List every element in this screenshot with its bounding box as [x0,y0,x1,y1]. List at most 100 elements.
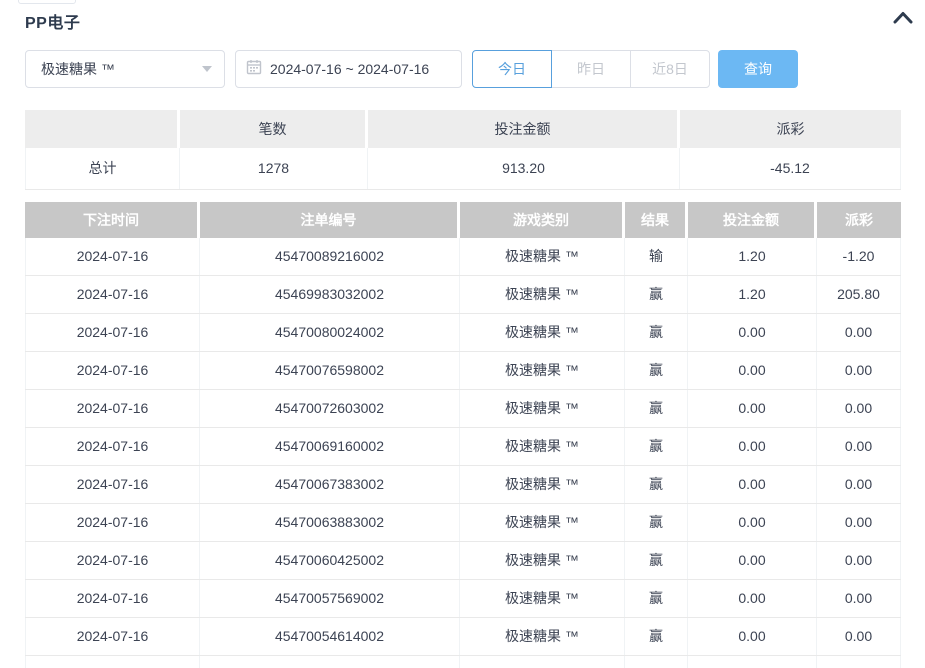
cell-game-type: 极速糖果 ™ [460,466,625,503]
table-row: 2024-07-1645470067383002极速糖果 ™赢0.000.00 [25,466,901,504]
game-select-value: 极速糖果 ™ [41,59,202,79]
table-row: 2024-07-1645470054614002极速糖果 ™赢0.000.00 [25,618,901,656]
cutoff-tab-fragment [18,0,76,4]
cell-bet-amount: 0.00 [688,390,817,427]
summary-header-blank [25,110,180,148]
cell-payout: -1.20 [817,238,901,275]
cell-payout: 0.00 [817,580,901,617]
cell-bet-id: 45470057569002 [200,580,460,617]
table-row: 2024-07-1645470080024002极速糖果 ™赢0.000.00 [25,314,901,352]
summary-header-row: 笔数 投注金额 派彩 [25,110,901,148]
cell-payout: 0.00 [817,390,901,427]
summary-header-payout: 派彩 [680,110,901,148]
table-row-partial [25,656,901,668]
cell-result: 赢 [625,352,688,389]
cell-result: 赢 [625,314,688,351]
cell-bet-amount: 0.00 [688,542,817,579]
summary-table: 笔数 投注金额 派彩 总计 1278 913.20 -45.12 [25,110,901,190]
cell-bet-amount: 0.00 [688,314,817,351]
cell-payout: 0.00 [817,466,901,503]
cell-bet-amount: 0.00 [688,618,817,655]
cell-bet-time: 2024-07-16 [25,542,200,579]
cell-bet-id: 45470054614002 [200,618,460,655]
yesterday-button[interactable]: 昨日 [551,50,631,88]
cell-bet-time: 2024-07-16 [25,618,200,655]
collapse-button[interactable] [890,8,916,32]
cell-bet-id: 45470067383002 [200,466,460,503]
cell-bet-amount: 0.00 [688,580,817,617]
cell-game-type: 极速糖果 ™ [460,276,625,313]
cell-result: 赢 [625,466,688,503]
summary-header-count: 笔数 [180,110,368,148]
game-select[interactable]: 极速糖果 ™ [25,50,225,88]
cell-bet-id [200,656,460,668]
caret-down-icon [202,66,212,72]
summary-total-count: 1278 [180,148,368,189]
date-range-input[interactable]: 2024-07-16 ~ 2024-07-16 [235,50,462,88]
cell-bet-time: 2024-07-16 [25,466,200,503]
table-header-row: 下注时间 注单编号 游戏类别 结果 投注金额 派彩 [25,202,901,238]
cell-result [625,656,688,668]
cell-payout: 0.00 [817,618,901,655]
cell-bet-time: 2024-07-16 [25,276,200,313]
summary-header-bet-amount: 投注金额 [368,110,680,148]
summary-total-label: 总计 [25,148,180,189]
cell-bet-id: 45470089216002 [200,238,460,275]
summary-total-payout: -45.12 [680,148,901,189]
cell-result: 赢 [625,618,688,655]
cell-result: 输 [625,238,688,275]
table-row: 2024-07-1645470063883002极速糖果 ™赢0.000.00 [25,504,901,542]
table-row: 2024-07-1645470089216002极速糖果 ™输1.20-1.20 [25,238,901,276]
cell-result: 赢 [625,542,688,579]
cell-bet-id: 45470069160002 [200,428,460,465]
table-row: 2024-07-1645470057569002极速糖果 ™赢0.000.00 [25,580,901,618]
cell-game-type: 极速糖果 ™ [460,580,625,617]
cell-bet-amount: 0.00 [688,428,817,465]
cell-bet-id: 45469983032002 [200,276,460,313]
cell-payout [817,656,901,668]
cell-bet-id: 45470060425002 [200,542,460,579]
cell-bet-time: 2024-07-16 [25,352,200,389]
cell-bet-amount [688,656,817,668]
col-bet-time: 下注时间 [25,202,200,238]
cell-game-type [460,656,625,668]
cell-payout: 205.80 [817,276,901,313]
cell-bet-time [25,656,200,668]
bet-records-table: 下注时间 注单编号 游戏类别 结果 投注金额 派彩 2024-07-164547… [25,202,901,668]
calendar-icon [246,59,262,80]
filter-bar: 极速糖果 ™ 2024-07-16 ~ 2024-07-16 [25,50,798,88]
last8days-button[interactable]: 近8日 [630,50,710,88]
today-button[interactable]: 今日 [472,50,552,88]
cell-bet-amount: 1.20 [688,276,817,313]
pp-electronic-panel: PP电子 极速糖果 ™ [0,0,925,668]
col-payout: 派彩 [817,202,901,238]
cell-bet-time: 2024-07-16 [25,238,200,275]
cell-result: 赢 [625,504,688,541]
cell-bet-id: 45470076598002 [200,352,460,389]
col-bet-id: 注单编号 [200,202,460,238]
cell-payout: 0.00 [817,504,901,541]
quick-date-button-group: 今日 昨日 近8日 [472,50,710,88]
summary-total-row: 总计 1278 913.20 -45.12 [25,148,901,190]
col-result: 结果 [625,202,688,238]
cell-result: 赢 [625,580,688,617]
cell-game-type: 极速糖果 ™ [460,314,625,351]
cell-result: 赢 [625,390,688,427]
date-range-value: 2024-07-16 ~ 2024-07-16 [270,61,429,77]
cell-bet-time: 2024-07-16 [25,314,200,351]
cell-game-type: 极速糖果 ™ [460,542,625,579]
cell-bet-time: 2024-07-16 [25,580,200,617]
cell-result: 赢 [625,428,688,465]
table-row: 2024-07-1645469983032002极速糖果 ™赢1.20205.8… [25,276,901,314]
cell-bet-amount: 0.00 [688,504,817,541]
cell-game-type: 极速糖果 ™ [460,390,625,427]
table-row: 2024-07-1645470076598002极速糖果 ™赢0.000.00 [25,352,901,390]
cell-payout: 0.00 [817,314,901,351]
cell-game-type: 极速糖果 ™ [460,618,625,655]
cell-bet-id: 45470072603002 [200,390,460,427]
cell-bet-amount: 0.00 [688,352,817,389]
cell-bet-amount: 0.00 [688,466,817,503]
query-button[interactable]: 查询 [718,50,798,88]
cell-bet-id: 45470080024002 [200,314,460,351]
page-title: PP电子 [25,9,80,33]
